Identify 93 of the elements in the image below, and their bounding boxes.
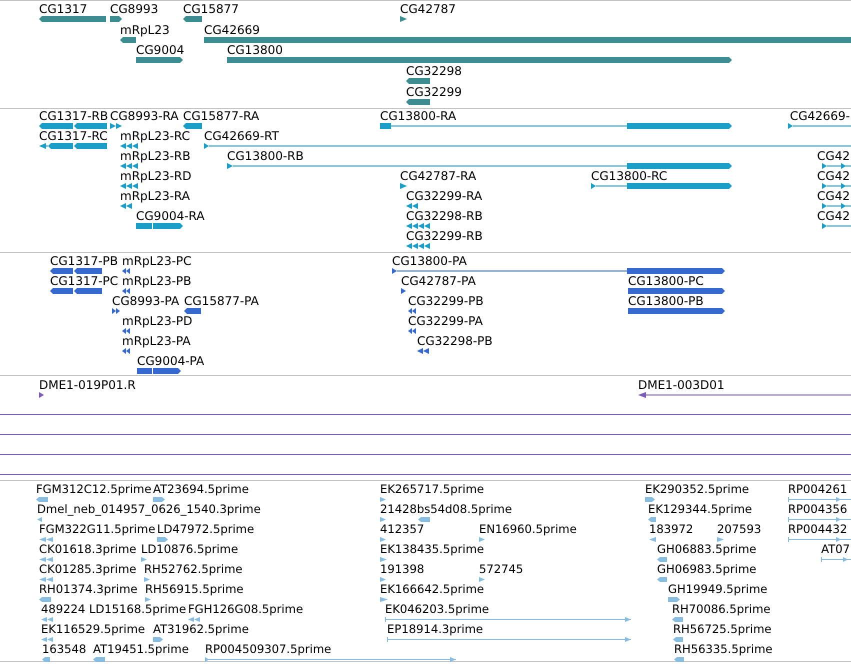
- gene-label: mRpL23: [120, 22, 170, 36]
- transcript-label: mRpL23-RD: [120, 169, 192, 183]
- est-label: AT23694.5prime: [153, 482, 249, 496]
- est-label: GH19949.5prime: [668, 582, 768, 596]
- est-label: RH56335.5prime: [674, 642, 772, 656]
- transcript-label: CG42669-RT: [204, 129, 279, 143]
- est-label: RP004432: [788, 522, 848, 536]
- protein-label: CG15877-PA: [184, 294, 259, 308]
- est-label: CK01618.3prime: [39, 542, 136, 556]
- transcript-label: CG8993-RA: [110, 109, 179, 123]
- est-label: LD47972.5prime: [157, 522, 254, 536]
- est-label: RP004261: [788, 482, 848, 496]
- protein-label: mRpL23-PB: [122, 274, 192, 288]
- est-label: EK290352.5prime: [645, 482, 750, 496]
- est-label: 489224: [41, 602, 86, 616]
- gene-label: CG1317: [39, 2, 88, 16]
- est-label: LD15168.5prime: [89, 602, 186, 616]
- transcript-label: CG13800-RC: [591, 169, 668, 183]
- est-label: EK166642.5prime: [380, 582, 484, 596]
- clone-label: DME1-019P01.R: [39, 378, 136, 392]
- est-label: 163548: [42, 642, 86, 656]
- est-label: AT31962.5prime: [153, 622, 249, 636]
- est-label: EK046203.5prime: [385, 602, 490, 616]
- transcript-label: CG42787-RA: [400, 169, 476, 183]
- gene-label: CG32298: [406, 64, 462, 78]
- est-label: 207593: [717, 522, 762, 536]
- protein-label: mRpL23-PD: [122, 314, 192, 328]
- clone-label: DME1-003D01: [638, 378, 725, 392]
- transcript-label: CG1317-RB: [39, 109, 108, 123]
- est-label: GH06983.5prime: [657, 562, 756, 576]
- est-label: RH70086.5prime: [672, 602, 770, 616]
- est-label: EK138435.5prime: [380, 542, 484, 556]
- est-label: RH01374.3prime: [39, 582, 138, 596]
- protein-label: CG32299-PA: [408, 314, 483, 328]
- est-label: 191398: [380, 562, 424, 576]
- protein-label: CG1317-PB: [50, 254, 118, 268]
- est-label: AT19451.5prime: [93, 642, 189, 656]
- est-label: LD10876.5prime: [141, 542, 238, 556]
- transcript-label: CG42: [817, 189, 850, 203]
- transcript-label: CG42669-: [790, 109, 850, 123]
- est-label: RP004356: [788, 502, 848, 516]
- est-label: RH56725.5prime: [673, 622, 772, 636]
- est-label: 183972: [649, 522, 694, 536]
- est-label: EN16960.5prime: [479, 522, 577, 536]
- est-label: Dmel_neb_014957_0626_1540.3prime: [37, 502, 261, 516]
- est-label: 21428bs54d08.5prime: [380, 502, 512, 516]
- est-label: EK265717.5prime: [380, 482, 484, 496]
- est-label: CK01285.3prime: [39, 562, 136, 576]
- transcript-label: CG13800-RA: [380, 109, 456, 123]
- est-label: FGM322G11.5prime: [39, 522, 156, 536]
- est-label: 412357: [380, 522, 424, 536]
- protein-label: mRpL23-PC: [122, 254, 192, 268]
- transcript-label: CG42: [817, 169, 850, 183]
- transcript-label: mRpL23-RC: [120, 129, 190, 143]
- est-label: RH56915.5prime: [145, 582, 244, 596]
- transcript-label: CG32298-RB: [406, 209, 483, 223]
- protein-label: CG32299-PB: [408, 294, 484, 308]
- gene-label: CG15877: [183, 2, 239, 16]
- transcript-label: CG32299-RA: [406, 189, 482, 203]
- transcript-label: CG42: [817, 149, 850, 163]
- gene-label: CG8993: [110, 2, 158, 16]
- protein-label: CG13800-PA: [392, 254, 467, 268]
- est-label: RH52762.5prime: [144, 562, 242, 576]
- transcript-label: CG1317-RC: [39, 129, 108, 143]
- est-label: GH06883.5prime: [657, 542, 756, 556]
- est-label: FGH126G08.5prime: [188, 602, 304, 616]
- transcript-label: CG9004-RA: [136, 209, 205, 223]
- est-label: 572745: [479, 562, 524, 576]
- protein-label: mRpL23-PA: [122, 334, 191, 348]
- transcript-label: mRpL23-RB: [120, 149, 190, 163]
- gene-label: CG32299: [406, 84, 462, 99]
- transcript-label: CG42: [817, 209, 850, 223]
- transcript-label: CG32299-RB: [406, 229, 483, 243]
- gene-label: CG9004: [136, 43, 184, 58]
- est-label: AT07: [821, 542, 850, 556]
- protein-label: CG42787-PA: [401, 274, 476, 288]
- est-label: FGM312C12.5prime: [36, 482, 152, 496]
- est-label: EP18914.3prime: [387, 622, 484, 636]
- transcript-label: CG13800-RB: [227, 149, 304, 163]
- gene-label: CG42669: [204, 22, 260, 36]
- gene-label: CG13800: [227, 43, 283, 58]
- protein-label: CG8993-PA: [112, 294, 180, 308]
- est-label: EK116529.5prime: [41, 622, 146, 636]
- protein-label: CG1317-PC: [50, 274, 118, 288]
- transcript-label: mRpL23-RA: [120, 189, 190, 203]
- transcript-label: CG15877-RA: [183, 109, 260, 123]
- protein-label: CG32298-PB: [417, 334, 493, 348]
- protein-label: CG9004-PA: [137, 354, 204, 368]
- protein-label: CG13800-PB: [628, 294, 704, 308]
- est-label: EK129344.5prime: [648, 502, 752, 516]
- protein-label: CG13800-PC: [628, 274, 704, 288]
- gene-label: CG42787: [400, 2, 456, 16]
- est-label: RP004509307.5prime: [205, 642, 332, 656]
